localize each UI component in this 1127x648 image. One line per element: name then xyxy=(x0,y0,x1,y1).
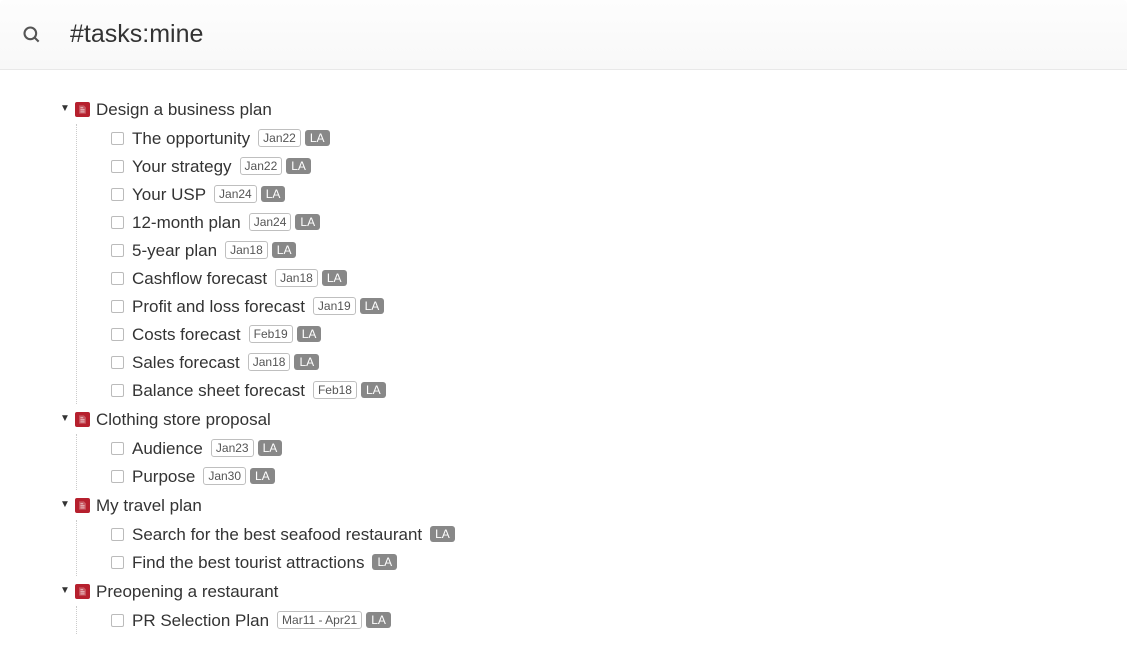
task-checkbox[interactable] xyxy=(111,132,124,145)
assignee-badge: LA xyxy=(372,554,397,570)
date-badge: Mar11 - Apr21 xyxy=(277,611,362,629)
disclosure-triangle-icon[interactable]: ▼ xyxy=(58,414,72,424)
document-title[interactable]: Clothing store proposal xyxy=(96,411,271,428)
task-title[interactable]: Costs forecast xyxy=(132,326,241,343)
search-bar: #tasks:mine xyxy=(0,0,1127,70)
task-checkbox[interactable] xyxy=(111,384,124,397)
task-row[interactable]: Cashflow forecast Jan18LA xyxy=(111,264,1127,292)
task-title[interactable]: Your strategy xyxy=(132,158,232,175)
assignee-badge: LA xyxy=(295,214,320,230)
task-title[interactable]: 12-month plan xyxy=(132,214,241,231)
task-row[interactable]: Sales forecast Jan18LA xyxy=(111,348,1127,376)
task-checkbox[interactable] xyxy=(111,528,124,541)
assignee-badge: LA xyxy=(258,440,283,456)
disclosure-triangle-icon[interactable]: ▼ xyxy=(58,104,72,114)
date-badge: Feb19 xyxy=(249,325,293,343)
task-checkbox[interactable] xyxy=(111,216,124,229)
disclosure-triangle-icon[interactable]: ▼ xyxy=(58,500,72,510)
results-tree: ▼ Design a business plan The opportunity Ja… xyxy=(0,70,1127,646)
assignee-badge: LA xyxy=(286,158,311,174)
task-title[interactable]: Balance sheet forecast xyxy=(132,382,305,399)
disclosure-triangle-icon[interactable]: ▼ xyxy=(58,586,72,596)
assignee-badge: LA xyxy=(305,130,330,146)
date-badge: Jan18 xyxy=(225,241,268,259)
task-title[interactable]: Search for the best seafood restaurant xyxy=(132,526,422,543)
task-checkbox[interactable] xyxy=(111,556,124,569)
task-title[interactable]: 5-year plan xyxy=(132,242,217,259)
date-badge: Jan19 xyxy=(313,297,356,315)
assignee-badge: LA xyxy=(361,382,386,398)
date-badge: Jan22 xyxy=(240,157,283,175)
date-badge: Feb18 xyxy=(313,381,357,399)
search-icon[interactable] xyxy=(22,25,42,45)
search-query[interactable]: #tasks:mine xyxy=(70,20,203,49)
task-title[interactable]: Sales forecast xyxy=(132,354,240,371)
task-checkbox[interactable] xyxy=(111,160,124,173)
task-row[interactable]: The opportunity Jan22LA xyxy=(111,124,1127,152)
task-title[interactable]: Audience xyxy=(132,440,203,457)
date-badge: Jan22 xyxy=(258,129,301,147)
document-icon xyxy=(75,102,90,117)
task-row[interactable]: Find the best tourist attractions LA xyxy=(111,548,1127,576)
assignee-badge: LA xyxy=(261,186,286,202)
task-row[interactable]: Costs forecast Feb19LA xyxy=(111,320,1127,348)
assignee-badge: LA xyxy=(430,526,455,542)
task-list: Search for the best seafood restaurant LA… xyxy=(76,520,1127,576)
document-icon xyxy=(75,584,90,599)
document-title[interactable]: Preopening a restaurant xyxy=(96,583,278,600)
task-checkbox[interactable] xyxy=(111,442,124,455)
task-checkbox[interactable] xyxy=(111,356,124,369)
task-row[interactable]: Your strategy Jan22LA xyxy=(111,152,1127,180)
task-checkbox[interactable] xyxy=(111,188,124,201)
task-title[interactable]: Cashflow forecast xyxy=(132,270,267,287)
task-row[interactable]: 5-year plan Jan18LA xyxy=(111,236,1127,264)
document-node[interactable]: ▼ My travel plan xyxy=(58,490,1127,520)
assignee-badge: LA xyxy=(294,354,319,370)
task-title[interactable]: Profit and loss forecast xyxy=(132,298,305,315)
task-row[interactable]: Profit and loss forecast Jan19LA xyxy=(111,292,1127,320)
date-badge: Jan18 xyxy=(248,353,291,371)
task-list: AudienceJan23LAPurposeJan30LA xyxy=(76,434,1127,490)
date-badge: Jan23 xyxy=(211,439,254,457)
task-list: PR Selection Plan Mar11 - Apr21LA xyxy=(76,606,1127,634)
task-checkbox[interactable] xyxy=(111,272,124,285)
task-checkbox[interactable] xyxy=(111,300,124,313)
task-checkbox[interactable] xyxy=(111,244,124,257)
assignee-badge: LA xyxy=(366,612,391,628)
assignee-badge: LA xyxy=(322,270,347,286)
task-row[interactable]: Audience Jan23LA xyxy=(111,434,1127,462)
assignee-badge: LA xyxy=(297,326,322,342)
task-row[interactable]: Balance sheet forecast Feb18LA xyxy=(111,376,1127,404)
task-title[interactable]: Find the best tourist attractions xyxy=(132,554,364,571)
task-title[interactable]: Purpose xyxy=(132,468,195,485)
task-checkbox[interactable] xyxy=(111,328,124,341)
assignee-badge: LA xyxy=(272,242,297,258)
document-icon xyxy=(75,498,90,513)
document-node[interactable]: ▼ Design a business plan xyxy=(58,94,1127,124)
task-row[interactable]: Your USP Jan24LA xyxy=(111,180,1127,208)
document-node[interactable]: ▼ Clothing store proposal xyxy=(58,404,1127,434)
document-title[interactable]: Design a business plan xyxy=(96,101,272,118)
task-list: The opportunityJan22LAYour strategyJan22… xyxy=(76,124,1127,404)
task-title[interactable]: The opportunity xyxy=(132,130,250,147)
document-node[interactable]: ▼ Preopening a restaurant xyxy=(58,576,1127,606)
task-row[interactable]: Purpose Jan30LA xyxy=(111,462,1127,490)
task-checkbox[interactable] xyxy=(111,614,124,627)
date-badge: Jan24 xyxy=(249,213,292,231)
task-row[interactable]: Search for the best seafood restaurant LA xyxy=(111,520,1127,548)
task-title[interactable]: PR Selection Plan xyxy=(132,612,269,629)
document-title[interactable]: My travel plan xyxy=(96,497,202,514)
task-row[interactable]: 12-month plan Jan24LA xyxy=(111,208,1127,236)
task-checkbox[interactable] xyxy=(111,470,124,483)
document-icon xyxy=(75,412,90,427)
assignee-badge: LA xyxy=(360,298,385,314)
date-badge: Jan24 xyxy=(214,185,257,203)
task-title[interactable]: Your USP xyxy=(132,186,206,203)
date-badge: Jan18 xyxy=(275,269,318,287)
assignee-badge: LA xyxy=(250,468,275,484)
task-row[interactable]: PR Selection Plan Mar11 - Apr21LA xyxy=(111,606,1127,634)
date-badge: Jan30 xyxy=(203,467,246,485)
